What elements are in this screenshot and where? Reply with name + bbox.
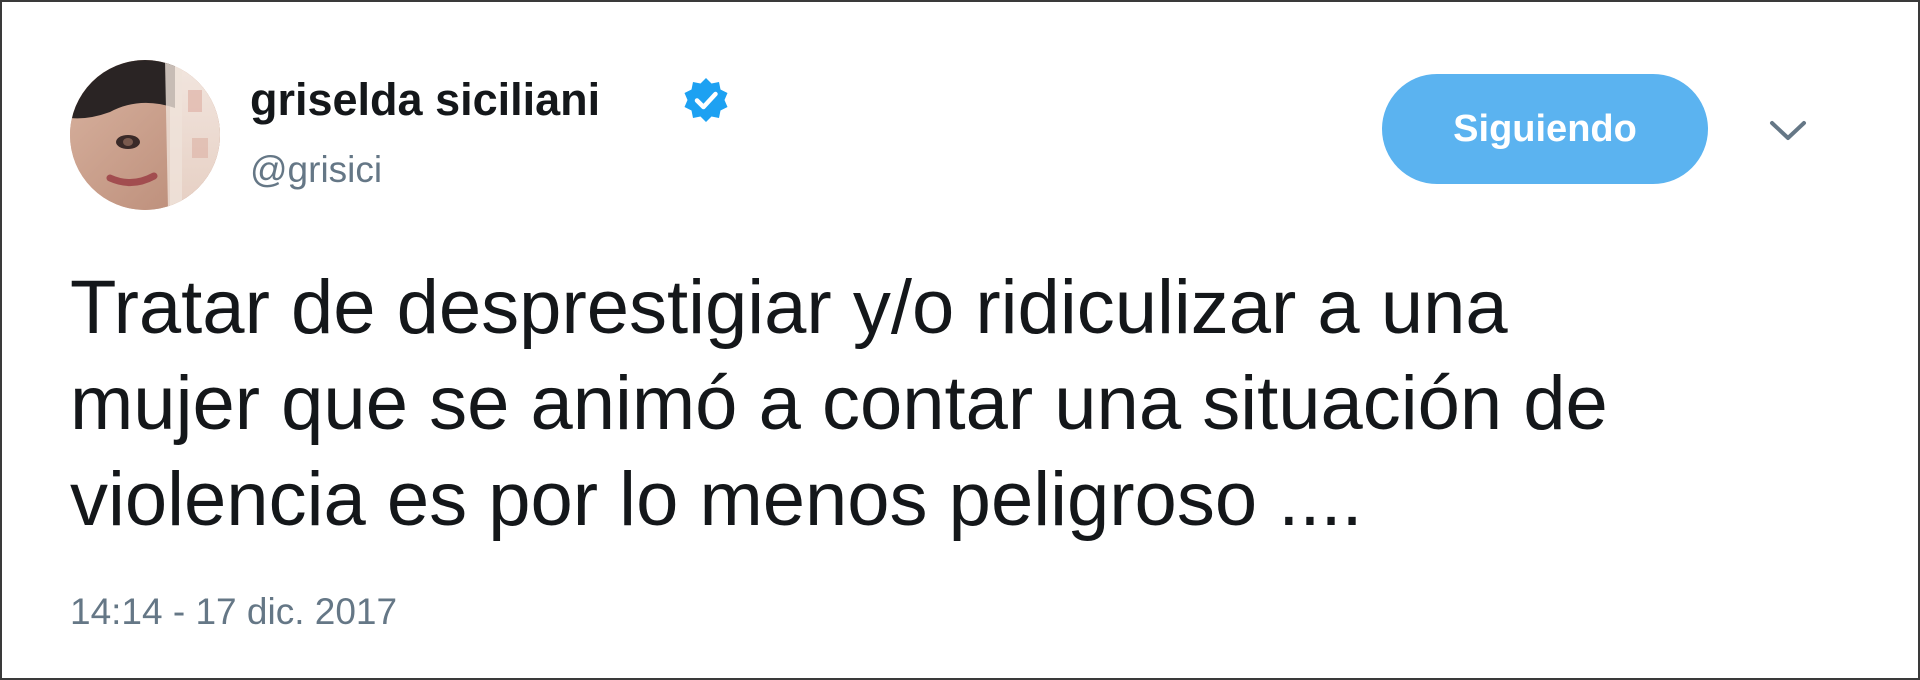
following-button[interactable]: Siguiendo [1382, 74, 1708, 184]
verified-badge-icon [684, 78, 728, 122]
tweet-text-line: mujer que se animó a contar una situació… [70, 361, 1608, 446]
tweet-text-line: violencia es por lo menos peligroso .... [70, 457, 1363, 542]
user-name[interactable]: griselda siciliani [250, 74, 600, 126]
tweet-timestamp[interactable]: 14:14 - 17 dic. 2017 [70, 590, 397, 634]
avatar-image [70, 60, 220, 210]
tweet-card: griselda siciliani @grisici Siguiendo Tr… [0, 0, 1920, 680]
tweet-text: Tratar de desprestigiar y/o ridiculizar … [70, 260, 1850, 548]
user-handle[interactable]: @grisici [250, 148, 382, 192]
tweet-text-line: Tratar de desprestigiar y/o ridiculizar … [70, 265, 1508, 350]
chevron-down-icon[interactable] [1768, 118, 1808, 144]
avatar[interactable] [70, 60, 220, 210]
